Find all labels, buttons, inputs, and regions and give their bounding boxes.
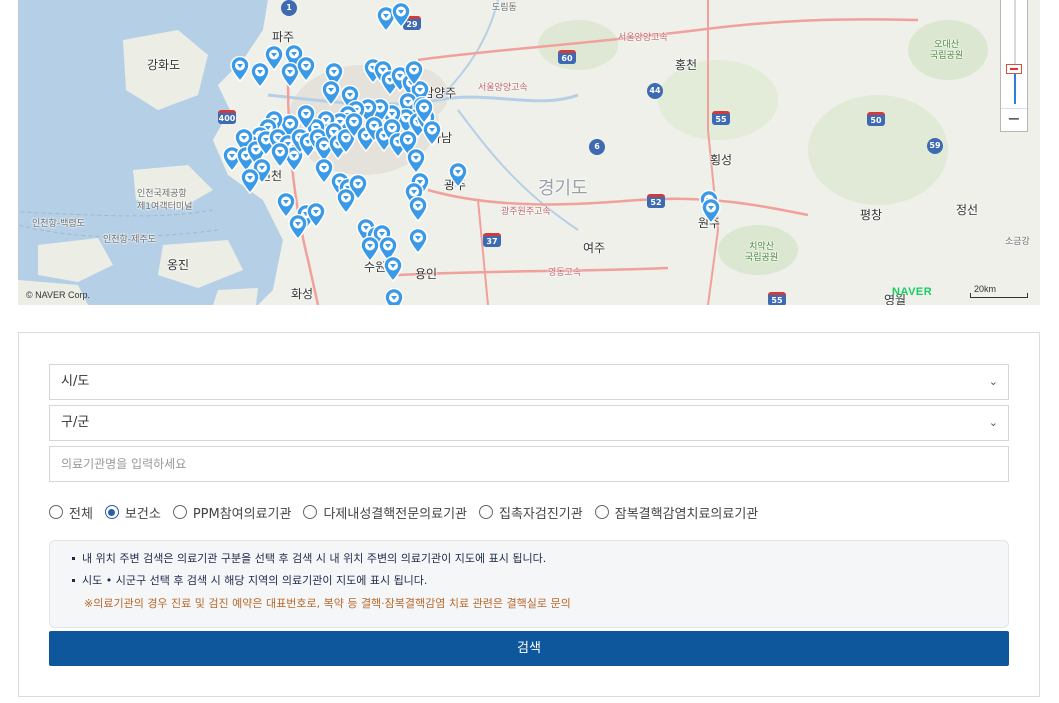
radio-button[interactable] [594, 505, 609, 519]
radio-mdr-tb[interactable]: 다제내성결핵전문의료기관 [303, 503, 467, 522]
road-shield: 55 [768, 292, 786, 305]
institution-type-radio-group: 전체 보건소 PPM참여의료기관 다제내성결핵전문의료기관 집촉자검진기관 잠복… [49, 501, 770, 523]
map-pin-icon[interactable] [408, 228, 428, 254]
map-pin-icon[interactable] [360, 236, 380, 262]
zoom-out-button[interactable]: − [1001, 108, 1027, 131]
map-pin-icon[interactable] [701, 198, 721, 224]
map-pin-icon[interactable] [406, 148, 426, 174]
place-label: 인천항-제주도 [103, 235, 156, 245]
place-label: 오대산 국립공원 [930, 40, 964, 61]
radio-label: 집촉자검진기관 [499, 506, 583, 522]
place-label: 용인 [415, 267, 438, 281]
radio-label: 다제내성결핵전문의료기관 [323, 506, 467, 522]
gugun-select-value: 구/군 [61, 415, 90, 430]
map-view[interactable]: 파주 강화도 남양주 홍천 하남 횡성 경기도 인천 광주 평창 정선 원주 여주 용인 수원 화성 옹진 영월 인… [18, 0, 1040, 305]
sido-select-value: 시/도 [61, 374, 90, 389]
place-label: 옹진 [167, 258, 190, 272]
road-shield: 400 [218, 110, 236, 124]
place-label: 파주 [272, 30, 295, 44]
map-pin-icon[interactable] [240, 168, 260, 194]
road-shield: 50 [867, 112, 885, 126]
place-label: 치악산 국립공원 [745, 242, 779, 263]
road-shield: 37 [483, 233, 501, 247]
map-pin-icon[interactable] [404, 60, 424, 86]
zoom-level-fill [1014, 70, 1016, 104]
chevron-down-icon: ⌄ [988, 416, 998, 429]
road-shield: 60 [558, 50, 576, 64]
search-button[interactable]: 검색 [49, 631, 1009, 666]
zoom-slider-handle[interactable] [1006, 64, 1022, 74]
place-label: 광주원주고속 [501, 207, 551, 217]
bullet-icon [72, 578, 75, 582]
place-label: 경기도 [538, 178, 588, 199]
place-label: 여주 [583, 241, 606, 255]
radio-public-health-center[interactable]: 보건소 [104, 503, 161, 522]
map-pin-icon[interactable] [336, 188, 356, 214]
naver-logo: NAVER [892, 286, 933, 298]
map-pin-icon[interactable] [306, 202, 326, 228]
notice-text: 내 위치 주변 검색은 의료기관 구분을 선택 후 검색 시 내 위치 주변의 … [82, 552, 547, 565]
gugun-select[interactable]: 구/군 ⌄ [49, 405, 1009, 441]
map-pin-icon[interactable] [321, 80, 341, 106]
place-label: 소금강 [1005, 237, 1030, 247]
radio-button[interactable] [172, 505, 187, 519]
notice-item: 시도 • 시군구 선택 후 검색 시 해당 지역의 의료기관이 지도에 표시 됩… [72, 572, 427, 588]
place-label: 서울양양고속 [478, 83, 528, 93]
map-pin-icon[interactable] [408, 196, 428, 222]
radio-button[interactable] [49, 505, 63, 519]
place-label: 영동고속 [548, 268, 582, 278]
road-shield: 55 [712, 111, 730, 125]
radio-button[interactable] [303, 505, 318, 519]
place-label: 인천국제공항 제1여객터미널 [137, 189, 193, 212]
map-pin-icon[interactable] [276, 192, 296, 218]
place-label: 도림동 [492, 3, 517, 13]
map-pin-icon[interactable] [230, 56, 250, 82]
radio-label: 전체 [69, 506, 93, 522]
place-label: 횡성 [710, 153, 733, 167]
road-shield: 6 [589, 139, 605, 155]
map-pin-icon[interactable] [270, 142, 290, 168]
road-shield: 44 [647, 83, 663, 99]
search-panel: 시/도 ⌄ 구/군 ⌄ 전체 보건소 PPM참여의료기관 다제내성결핵전문의료기… [18, 332, 1040, 697]
chevron-down-icon: ⌄ [988, 375, 998, 388]
radio-all[interactable]: 전체 [49, 503, 93, 522]
scale-bar [970, 293, 1028, 298]
place-label: 화성 [291, 287, 314, 301]
map-pin-icon[interactable] [383, 256, 403, 282]
radio-ppm[interactable]: PPM참여의료기관 [172, 503, 292, 522]
map-pin-icon[interactable] [296, 56, 316, 82]
road-shield: 59 [927, 138, 943, 154]
road-shield: 1 [281, 0, 297, 16]
place-label: 정선 [956, 203, 979, 217]
institution-name-input[interactable] [49, 446, 1009, 482]
map-copyright: © NAVER Corp. [26, 290, 90, 300]
notice-item: 내 위치 주변 검색은 의료기관 구분을 선택 후 검색 시 내 위치 주변의 … [72, 550, 546, 566]
radio-contact-screening[interactable]: 집촉자검진기관 [479, 503, 583, 522]
bullet-icon [72, 556, 75, 560]
radio-label: 보건소 [124, 506, 161, 522]
place-label: 강화도 [147, 58, 181, 72]
radio-button[interactable] [104, 505, 119, 519]
road-shield: 52 [647, 194, 665, 208]
map-pin-icon[interactable] [384, 288, 404, 305]
zoom-control[interactable]: − [1000, 0, 1028, 132]
notice-box: 내 위치 주변 검색은 의료기관 구분을 선택 후 검색 시 내 위치 주변의 … [49, 540, 1009, 628]
radio-latent-tb-treatment[interactable]: 잠복결핵감염치료의료기관 [594, 503, 759, 522]
radio-button[interactable] [479, 505, 493, 519]
map-pin-icon[interactable] [391, 2, 411, 28]
place-label: 서울양양고속 [618, 33, 668, 43]
place-label: 홍천 [675, 58, 698, 72]
notice-warning: ※의료기관의 경우 진료 및 검진 예약은 대표번호로, 복약 등 결핵·잠복결… [84, 597, 571, 610]
map-pin-icon[interactable] [414, 98, 434, 124]
map-pin-icon[interactable] [448, 162, 468, 188]
place-label: 평창 [860, 208, 883, 222]
radio-label: 잠복결핵감염치료의료기관 [614, 506, 759, 522]
radio-label: PPM참여의료기관 [192, 506, 292, 522]
sido-select[interactable]: 시/도 ⌄ [49, 364, 1009, 400]
place-label: 인천항-백령도 [32, 219, 85, 229]
notice-text: 시도 • 시군구 선택 후 검색 시 해당 지역의 의료기관이 지도에 표시 됩… [82, 574, 428, 587]
